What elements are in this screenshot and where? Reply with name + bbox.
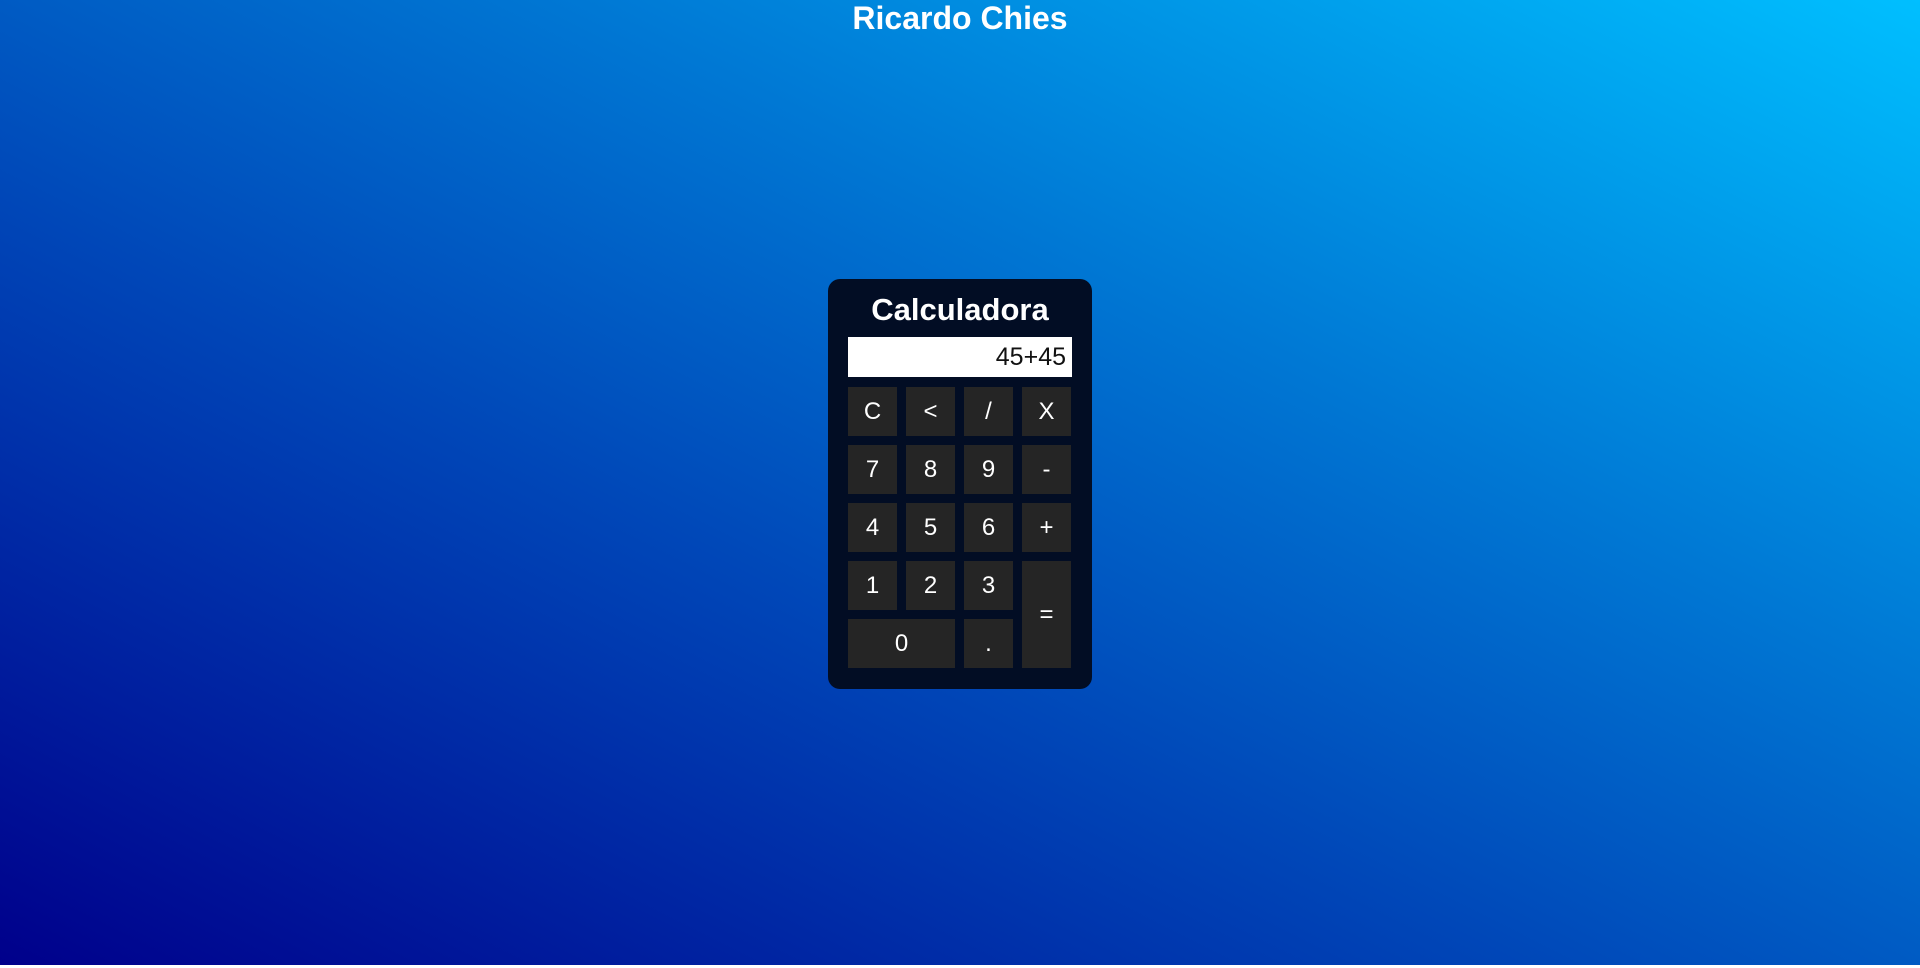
digit-0-button[interactable]: 0 [848, 619, 955, 668]
calculator-display[interactable] [848, 337, 1072, 377]
plus-button[interactable]: + [1022, 503, 1071, 552]
site-title: Ricardo Chies [852, 0, 1068, 36]
digit-7-button[interactable]: 7 [848, 445, 897, 494]
backspace-button[interactable]: < [906, 387, 955, 436]
keypad: C < / X 7 8 9 - 4 5 6 + 1 2 3 = 0 . [848, 387, 1072, 668]
minus-button[interactable]: - [1022, 445, 1071, 494]
digit-6-button[interactable]: 6 [964, 503, 1013, 552]
multiply-button[interactable]: X [1022, 387, 1071, 436]
digit-9-button[interactable]: 9 [964, 445, 1013, 494]
digit-5-button[interactable]: 5 [906, 503, 955, 552]
equals-button[interactable]: = [1022, 561, 1071, 668]
decimal-button[interactable]: . [964, 619, 1013, 668]
digit-3-button[interactable]: 3 [964, 561, 1013, 610]
digit-4-button[interactable]: 4 [848, 503, 897, 552]
calculator: Calculadora C < / X 7 8 9 - 4 5 6 + 1 2 … [828, 279, 1092, 689]
digit-8-button[interactable]: 8 [906, 445, 955, 494]
calculator-title: Calculadora [871, 292, 1049, 327]
digit-1-button[interactable]: 1 [848, 561, 897, 610]
digit-2-button[interactable]: 2 [906, 561, 955, 610]
clear-button[interactable]: C [848, 387, 897, 436]
divide-button[interactable]: / [964, 387, 1013, 436]
